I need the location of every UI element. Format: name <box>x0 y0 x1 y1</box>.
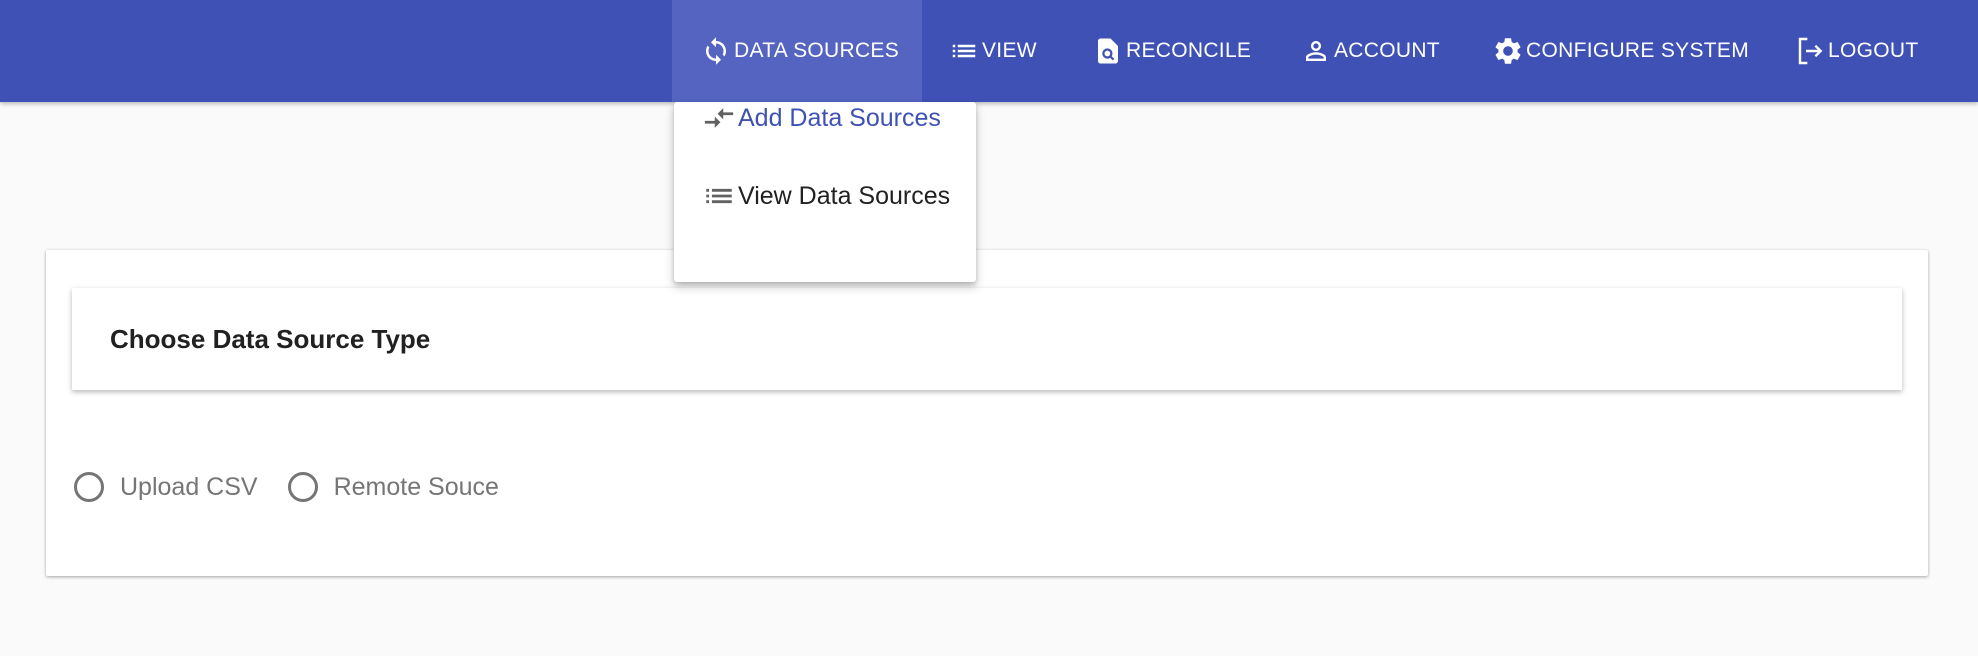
radio-button-icon[interactable] <box>287 472 318 502</box>
person-icon <box>1300 35 1332 67</box>
app-bar: DATA SOURCES VIEW RECONCILE ACCOUNT CONF <box>0 0 1978 102</box>
data-source-type-radio-group: Upload CSV Remote Souce <box>74 472 529 502</box>
list-icon <box>948 35 980 67</box>
data-source-type-card: Choose Data Source Type Upload CSV Remot… <box>46 250 1928 576</box>
nav-label: RECONCILE <box>1126 39 1252 62</box>
nav-label: LOGOUT <box>1828 39 1919 62</box>
menu-item-label: Add Data Sources <box>738 103 941 132</box>
compare-arrows-icon <box>702 101 736 135</box>
nav-label: CONFIGURE SYSTEM <box>1526 39 1749 62</box>
nav-configure-system[interactable]: CONFIGURE SYSTEM <box>1492 0 1749 102</box>
card-title: Choose Data Source Type <box>110 323 431 354</box>
menu-item-label: View Data Sources <box>738 181 951 210</box>
top-nav: DATA SOURCES VIEW RECONCILE ACCOUNT CONF <box>0 0 1978 102</box>
radio-label: Upload CSV <box>120 472 258 501</box>
data-sources-menu: Add Data Sources View Data Sources <box>674 102 976 282</box>
radio-button-icon[interactable] <box>74 472 104 502</box>
nav-label: VIEW <box>982 39 1037 62</box>
nav-logout[interactable]: LOGOUT <box>1794 0 1918 102</box>
document-search-icon <box>1092 35 1124 67</box>
card-header: Choose Data Source Type <box>72 288 1902 390</box>
gear-icon <box>1492 35 1524 67</box>
menu-item-view-data-sources[interactable]: View Data Sources <box>674 157 976 235</box>
radio-remote-source[interactable]: Remote Souce <box>287 472 499 502</box>
nav-label: ACCOUNT <box>1334 39 1440 62</box>
radio-upload-csv[interactable]: Upload CSV <box>74 472 258 502</box>
menu-item-add-data-sources[interactable]: Add Data Sources <box>674 79 976 157</box>
logout-icon <box>1794 35 1826 67</box>
list-icon <box>702 179 736 213</box>
sync-icon <box>700 35 732 67</box>
radio-label: Remote Souce <box>333 472 499 501</box>
nav-label: DATA SOURCES <box>734 39 900 62</box>
nav-reconcile[interactable]: RECONCILE <box>1092 0 1251 102</box>
nav-account[interactable]: ACCOUNT <box>1300 0 1440 102</box>
